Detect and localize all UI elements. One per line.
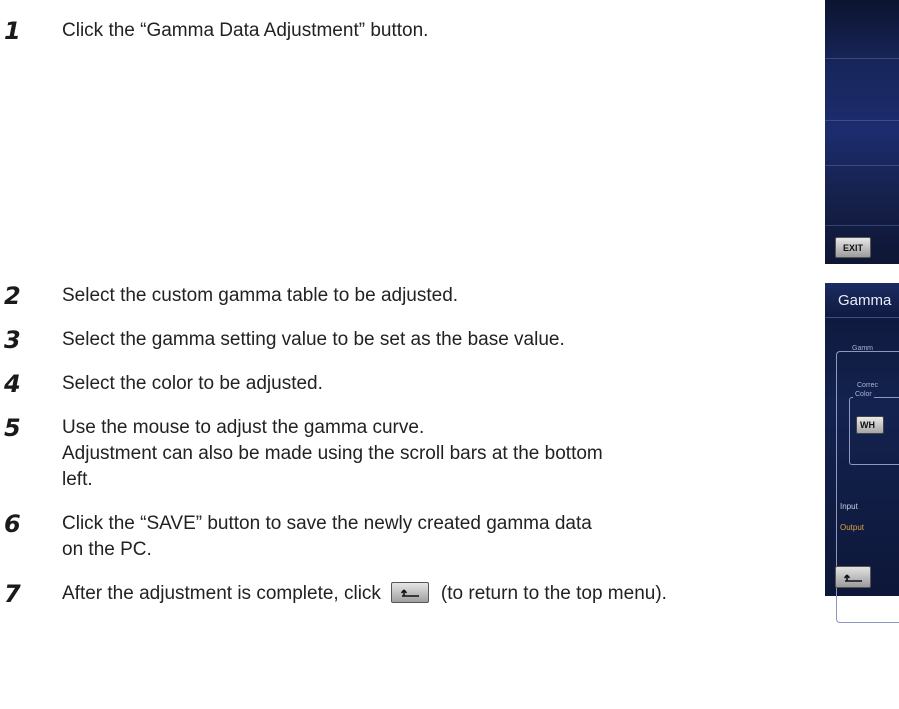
step-number: 4 (4, 370, 21, 398)
step-text: Use the mouse to adjust the gamma curve. (62, 417, 425, 438)
step-text: Adjustment can also be made using the sc… (62, 443, 603, 464)
step-text: After the adjustment is complete, click (… (62, 581, 667, 607)
step-text-before: After the adjustment is complete, click (62, 583, 381, 604)
exit-button[interactable]: EXIT (835, 237, 871, 258)
step-number: 6 (4, 510, 21, 538)
step-text: left. (62, 469, 93, 490)
window-title: Gamma (838, 292, 892, 309)
return-button[interactable] (835, 566, 871, 588)
step-text-after: (to return to the top menu). (440, 583, 667, 604)
input-label: Input (840, 502, 858, 511)
color-select-button[interactable]: WH (856, 416, 884, 434)
step-text: Select the color to be adjusted. (62, 373, 323, 394)
step-text: Select the custom gamma table to be adju… (62, 285, 459, 306)
step-number: 7 (4, 580, 21, 608)
step-text: Click the “Gamma Data Adjustment” button… (62, 20, 429, 41)
step-text: Click the “SAVE” button to save the newl… (62, 513, 592, 534)
step-number: 1 (4, 17, 21, 45)
main-menu-screenshot: EXIT (825, 0, 899, 264)
correction-label: Correc (857, 382, 879, 389)
step-text: on the PC. (62, 539, 152, 560)
output-label: Output (840, 523, 865, 532)
gamma-adjustment-screenshot: Gamma Gamm Correc Color WH Input Output (825, 283, 899, 623)
color-label: Color (853, 391, 874, 398)
step-number: 3 (4, 326, 21, 354)
step-number: 5 (4, 414, 21, 442)
return-arrow-icon (390, 582, 429, 604)
return-arrow-icon (843, 574, 862, 582)
step-number: 2 (4, 282, 21, 310)
step-text: Select the gamma setting value to be set… (62, 329, 565, 350)
